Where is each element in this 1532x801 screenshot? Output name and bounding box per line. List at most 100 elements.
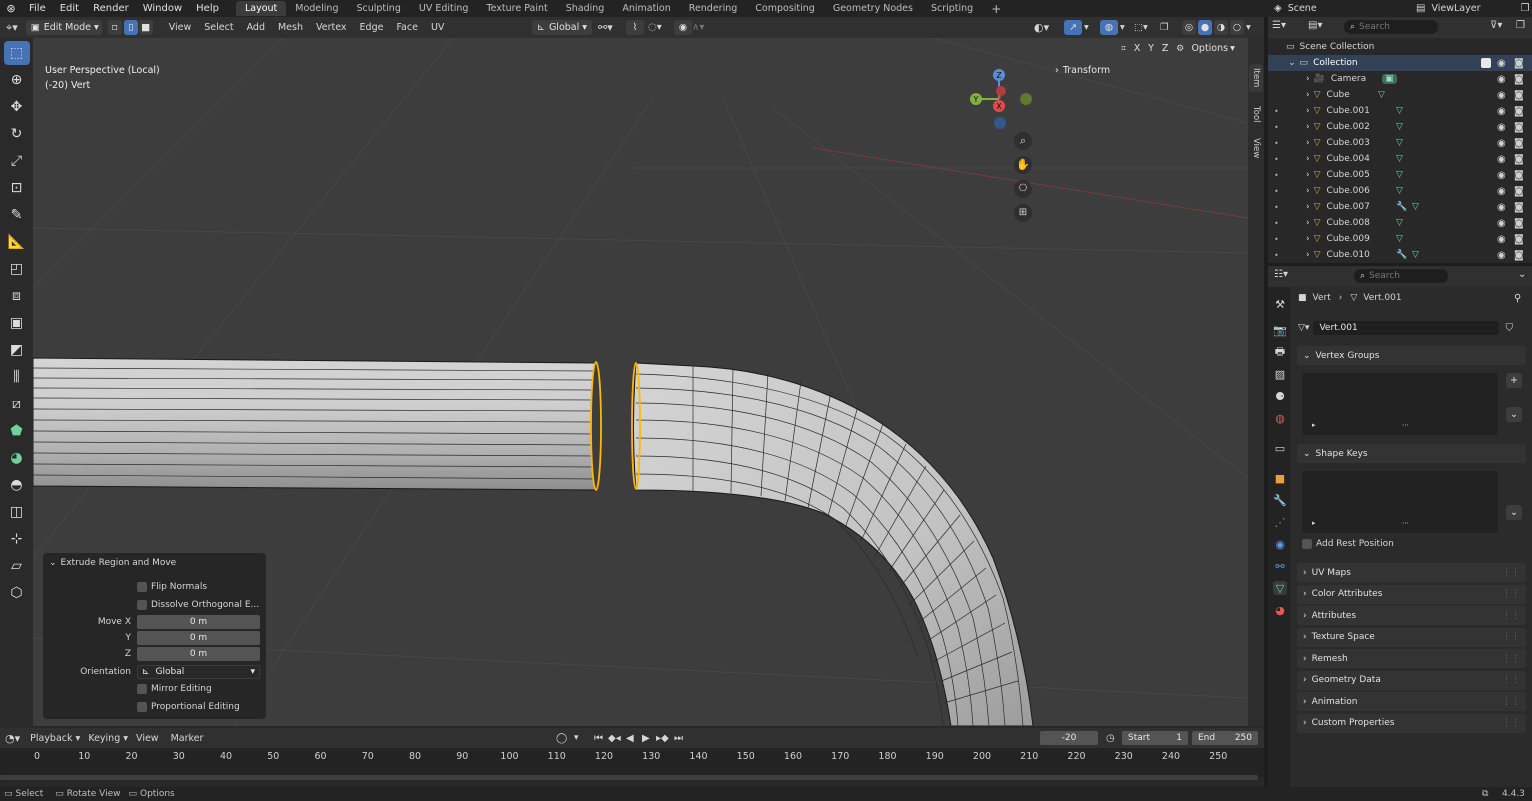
eye-icon[interactable]: ◉ xyxy=(1497,90,1506,101)
editor-type-icon[interactable]: ⌖▾ xyxy=(6,21,18,35)
mesh-data-icon[interactable]: ▽ xyxy=(1396,234,1403,244)
mode-dropdown[interactable]: ▣ Edit Mode ▾ xyxy=(25,20,102,35)
chevron-right-icon[interactable]: › xyxy=(1306,234,1310,244)
outliner-item[interactable]: • › ▽ Cube.005 ▽ ◉ ◙ xyxy=(1268,167,1532,183)
timeline-scrollbar[interactable] xyxy=(0,775,1258,780)
menu-help[interactable]: Help xyxy=(189,3,226,14)
options-dropdown[interactable]: Options ▾ xyxy=(1190,41,1237,56)
wireframe-shading-icon[interactable]: ◎ xyxy=(1182,20,1196,35)
extrude-tool-icon[interactable]: ⧈ xyxy=(4,284,30,308)
menu-window[interactable]: Window xyxy=(136,3,189,14)
scene-properties-icon[interactable]: ⚈ xyxy=(1273,389,1287,403)
list-expand-icon[interactable]: ▸ xyxy=(1312,421,1316,429)
outliner-item[interactable]: › 🎥 Camera ▣ ◉ ◙ xyxy=(1268,71,1532,87)
jump-keyframe-back-icon[interactable]: ◆◂ xyxy=(608,733,621,744)
menu-select[interactable]: Select xyxy=(204,22,233,33)
tab-geometry-nodes[interactable]: Geometry Nodes xyxy=(824,1,922,16)
gizmo-toggle-icon[interactable]: ↗ xyxy=(1064,20,1082,35)
measure-tool-icon[interactable]: 📐 xyxy=(4,230,30,254)
tab-compositing[interactable]: Compositing xyxy=(746,1,824,16)
mesh-edit-overlay-icon[interactable]: ⬚▾ xyxy=(1134,22,1148,33)
mesh-data-icon[interactable]: ▽ xyxy=(1412,250,1419,260)
vertex-groups-panel-header[interactable]: ⌄ Vertex Groups xyxy=(1297,346,1526,365)
object-properties-icon[interactable]: ■ xyxy=(1273,471,1287,485)
particles-properties-icon[interactable]: ⋰ xyxy=(1273,515,1287,529)
flip-normals-checkbox[interactable] xyxy=(137,582,147,592)
output-properties-icon[interactable]: 🖶 xyxy=(1273,345,1287,359)
view-layer-properties-icon[interactable]: ▨ xyxy=(1273,367,1287,381)
constraints-properties-icon[interactable]: ⚯ xyxy=(1273,559,1287,573)
add-workspace-icon[interactable]: + xyxy=(982,0,1010,18)
tab-modeling[interactable]: Modeling xyxy=(286,1,347,16)
camera-render-icon[interactable]: ◙ xyxy=(1514,90,1524,101)
outliner-editor-type-icon[interactable]: ☰▾ xyxy=(1272,20,1286,31)
mesh-data-icon[interactable]: ▽ xyxy=(1396,170,1403,180)
play-reverse-icon[interactable]: ◀ xyxy=(626,733,634,744)
menu-view[interactable]: View xyxy=(169,22,192,33)
scene-collection-row[interactable]: ▭ Scene Collection xyxy=(1268,39,1532,55)
mesh-name-field[interactable]: Vert.001 xyxy=(1313,321,1500,335)
list-resize-handle[interactable]: ⋯ xyxy=(1402,421,1409,429)
smooth-tool-icon[interactable]: ◓ xyxy=(4,473,30,497)
outliner-item[interactable]: • › ▽ Cube.001 ▽ ◉ ◙ xyxy=(1268,103,1532,119)
pivot-point-icon[interactable]: ⚯▾ xyxy=(598,21,613,34)
menu-timeline-view[interactable]: View xyxy=(136,733,159,744)
camera-render-icon[interactable]: ◙ xyxy=(1514,74,1524,85)
mirror-editing-row[interactable]: Mirror Editing xyxy=(137,682,212,696)
tab-uv-editing[interactable]: UV Editing xyxy=(410,1,478,16)
mirror-x-toggle[interactable]: X xyxy=(1131,41,1144,56)
eye-icon[interactable]: ◉ xyxy=(1497,186,1506,197)
shear-tool-icon[interactable]: ▱ xyxy=(4,554,30,578)
camera-render-icon[interactable]: ◙ xyxy=(1514,170,1524,181)
auto-keying-icon[interactable]: ◯ xyxy=(556,733,567,744)
properties-section-header[interactable]: › Color Attributes ⋮⋮ xyxy=(1297,584,1526,604)
properties-section-header[interactable]: › Animation ⋮⋮ xyxy=(1297,692,1526,711)
properties-search-input[interactable]: ⌕ Search xyxy=(1354,269,1448,283)
outliner-item[interactable]: • › ▽ Cube.010 🔧 ▽ ◉ ◙ xyxy=(1268,247,1532,263)
mesh-data-icon[interactable]: ▽ xyxy=(1396,122,1403,132)
move-z-field[interactable]: 0 m xyxy=(137,647,260,661)
preview-range-icon[interactable]: ◷ xyxy=(1106,733,1115,744)
camera-render-icon[interactable]: ◙ xyxy=(1514,106,1524,117)
proportional-falloff-icon[interactable]: ∧▾ xyxy=(692,22,704,33)
modifier-wrench-icon[interactable]: 🔧 xyxy=(1396,202,1407,212)
annotate-tool-icon[interactable]: ✎ xyxy=(4,203,30,227)
gizmo-dropdown-icon[interactable]: ▾ xyxy=(1084,22,1089,33)
drag-handle-icon[interactable]: ⋮⋮ xyxy=(1502,611,1520,621)
eye-icon[interactable]: ◉ xyxy=(1497,250,1506,261)
bevel-tool-icon[interactable]: ◩ xyxy=(4,338,30,362)
filter-icon[interactable]: ⊽▾ xyxy=(1490,20,1502,31)
ortho-grid-icon[interactable]: ⊞ xyxy=(1014,204,1032,222)
play-icon[interactable]: ▶ xyxy=(642,733,650,744)
outliner-item[interactable]: • › ▽ Cube.009 ▽ ◉ ◙ xyxy=(1268,231,1532,247)
overlays-toggle-icon[interactable]: ◍ xyxy=(1100,20,1118,35)
camera-render-icon[interactable]: ◙ xyxy=(1514,250,1524,261)
add-rest-position-row[interactable]: Add Rest Position xyxy=(1302,539,1394,549)
camera-render-icon[interactable]: ◙ xyxy=(1514,218,1524,229)
pin-icon[interactable]: ⚲ xyxy=(1514,293,1521,304)
scale-tool-icon[interactable]: ⤢ xyxy=(4,149,30,173)
chevron-right-icon[interactable]: › xyxy=(1306,122,1310,132)
vertex-groups-list[interactable]: ▸ ⋯ xyxy=(1302,373,1498,435)
operator-panel-header[interactable]: ⌄ Extrude Region and Move xyxy=(49,556,176,570)
select-box-tool-icon[interactable]: ⬚ xyxy=(3,41,30,65)
properties-options-icon[interactable]: ⌄ xyxy=(1518,269,1526,280)
mesh-data-icon[interactable]: ▽ xyxy=(1396,186,1403,196)
overlays-dropdown-icon[interactable]: ▾ xyxy=(1120,22,1125,33)
outliner-item[interactable]: • › ▽ Cube.004 ▽ ◉ ◙ xyxy=(1268,151,1532,167)
orientation-dropdown[interactable]: ⊾ Global ▾ xyxy=(137,665,260,679)
eye-icon[interactable]: ◉ xyxy=(1497,218,1506,229)
new-viewlayer-icon[interactable]: ❐ xyxy=(1520,3,1529,14)
fake-user-shield-icon[interactable]: ⛉ xyxy=(1505,323,1513,334)
poly-build-tool-icon[interactable]: ⬟ xyxy=(4,419,30,443)
menu-mesh[interactable]: Mesh xyxy=(278,22,303,33)
outliner-item[interactable]: • › ▽ Cube.006 ▽ ◉ ◙ xyxy=(1268,183,1532,199)
properties-section-header[interactable]: › Attributes ⋮⋮ xyxy=(1297,606,1526,625)
properties-section-header[interactable]: › Texture Space ⋮⋮ xyxy=(1297,627,1526,647)
inset-tool-icon[interactable]: ▣ xyxy=(4,311,30,335)
properties-section-header[interactable]: › Remesh ⋮⋮ xyxy=(1297,649,1526,668)
shading-dropdown-icon[interactable]: ▾ xyxy=(1246,22,1251,33)
eye-icon[interactable]: ◉ xyxy=(1497,154,1506,165)
move-y-field[interactable]: 0 m xyxy=(137,631,260,645)
tab-tool[interactable]: Tool xyxy=(1249,100,1263,128)
